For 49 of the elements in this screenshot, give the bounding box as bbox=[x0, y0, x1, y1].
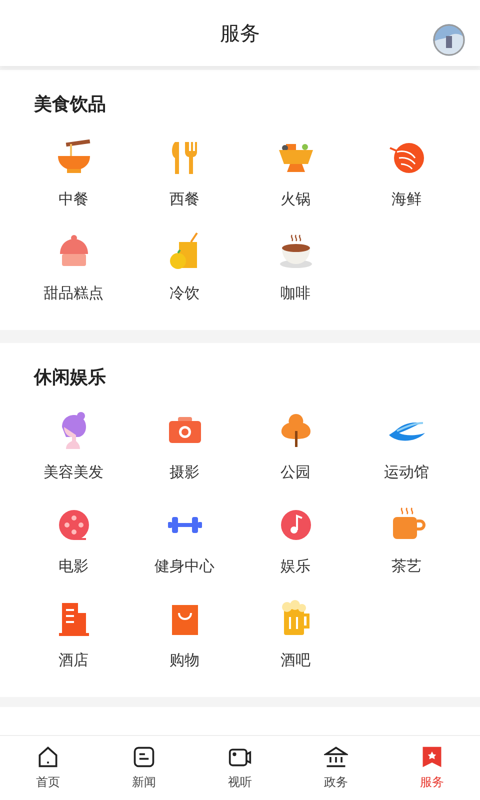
service-label: 健身中心 bbox=[154, 556, 214, 577]
service-item[interactable]: 中餐 bbox=[18, 138, 129, 232]
service-item[interactable]: 摄影 bbox=[129, 411, 240, 505]
service-item[interactable]: 咖啡 bbox=[240, 232, 351, 326]
bookmark-star-icon bbox=[420, 745, 444, 769]
service-label: 摄影 bbox=[170, 462, 200, 483]
service-item[interactable]: 购物 bbox=[129, 599, 240, 693]
nav-tab[interactable]: 服务 bbox=[384, 745, 480, 791]
government-building-icon bbox=[324, 745, 348, 769]
service-item[interactable]: 冷饮 bbox=[129, 232, 240, 326]
service-item[interactable]: 运动馆 bbox=[351, 411, 462, 505]
section-title: 休闲娱乐 bbox=[34, 366, 106, 390]
service-item[interactable]: 酒店 bbox=[18, 599, 129, 693]
service-label: 公园 bbox=[280, 462, 310, 483]
service-label: 海鲜 bbox=[392, 189, 422, 210]
service-label: 火锅 bbox=[280, 189, 310, 210]
nav-tab[interactable]: 政务 bbox=[288, 745, 384, 791]
nav-tab[interactable]: 首页 bbox=[0, 745, 96, 791]
service-item[interactable]: 海鲜 bbox=[351, 138, 462, 232]
service-label: 酒店 bbox=[58, 650, 88, 671]
service-label: 中餐 bbox=[58, 189, 88, 210]
service-label: 购物 bbox=[170, 650, 200, 671]
service-label: 茶艺 bbox=[392, 556, 422, 577]
avatar[interactable] bbox=[433, 24, 465, 56]
service-item[interactable]: 健身中心 bbox=[129, 505, 240, 599]
service-label: 电影 bbox=[58, 556, 88, 577]
service-label: 甜品糕点 bbox=[44, 283, 104, 304]
nav-tab[interactable]: 新闻 bbox=[96, 745, 192, 791]
service-item[interactable]: 娱乐 bbox=[240, 505, 351, 599]
service-item[interactable]: 公园 bbox=[240, 411, 351, 505]
service-item[interactable]: 电影 bbox=[18, 505, 129, 599]
service-label: 酒吧 bbox=[280, 650, 310, 671]
news-icon bbox=[132, 745, 156, 769]
service-label: 娱乐 bbox=[280, 556, 310, 577]
service-item[interactable]: 西餐 bbox=[129, 138, 240, 232]
service-label: 咖啡 bbox=[280, 283, 310, 304]
nav-tab[interactable]: 视听 bbox=[192, 745, 288, 791]
service-item[interactable]: 茶艺 bbox=[351, 505, 462, 599]
service-label: 运动馆 bbox=[384, 462, 429, 483]
service-item[interactable]: 火锅 bbox=[240, 138, 351, 232]
service-item[interactable]: 甜品糕点 bbox=[18, 232, 129, 326]
service-item[interactable]: 美容美发 bbox=[18, 411, 129, 505]
service-label: 美容美发 bbox=[44, 462, 104, 483]
service-label: 冷饮 bbox=[170, 283, 200, 304]
page-title: 服务 bbox=[220, 20, 260, 47]
home-icon bbox=[36, 745, 60, 769]
service-label: 西餐 bbox=[170, 189, 200, 210]
section-title: 美食饮品 bbox=[34, 92, 106, 116]
service-item[interactable]: 酒吧 bbox=[240, 599, 351, 693]
